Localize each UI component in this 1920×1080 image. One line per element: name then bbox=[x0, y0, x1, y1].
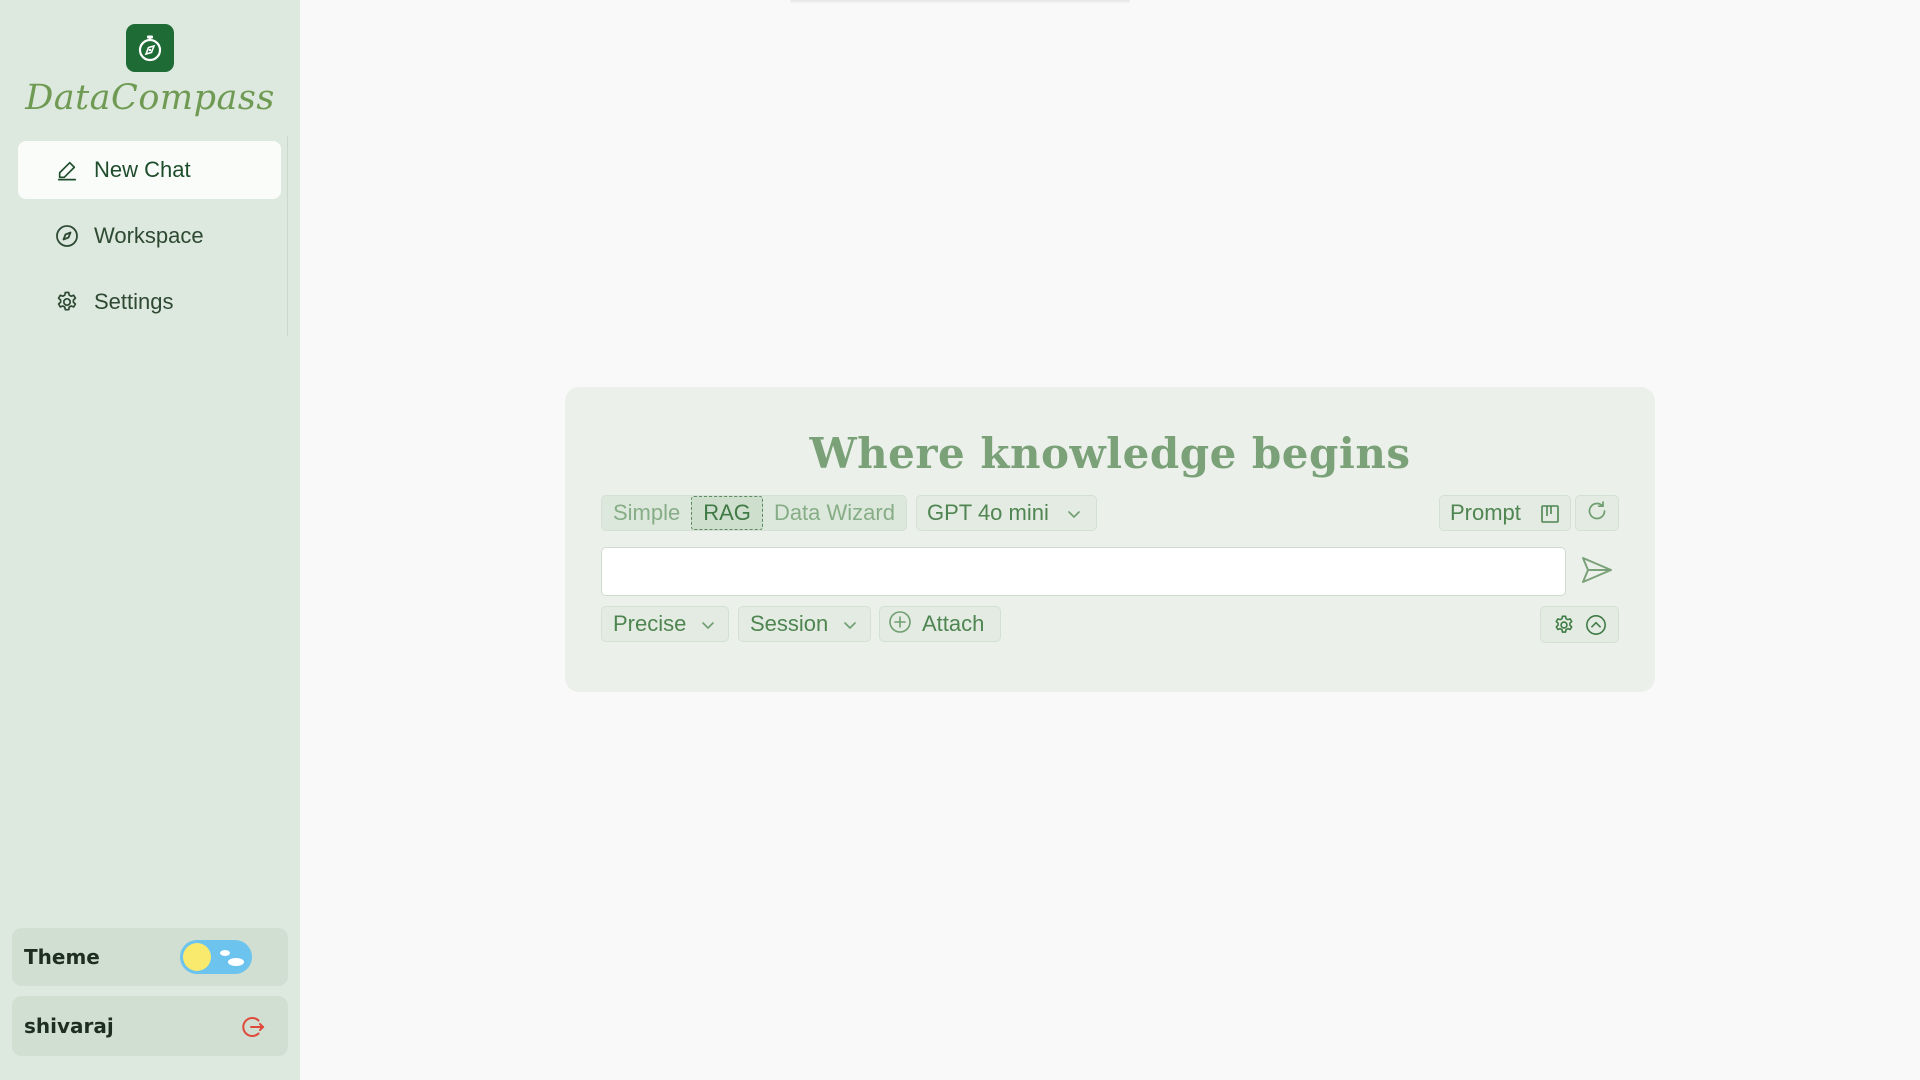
sidebar-item-label: New Chat bbox=[94, 157, 191, 182]
prompt-label: Prompt bbox=[1450, 500, 1521, 525]
refresh-button[interactable] bbox=[1575, 495, 1619, 531]
gear-icon bbox=[54, 289, 80, 315]
theme-label: Theme bbox=[24, 945, 100, 969]
chevron-down-icon bbox=[842, 617, 858, 638]
mode-data-wizard-button[interactable]: Data Wizard bbox=[763, 496, 906, 530]
mode-rag-button[interactable]: RAG bbox=[691, 496, 763, 530]
scope-label: Session bbox=[750, 611, 829, 636]
sidebar-nav: New Chat Workspace Settings bbox=[18, 141, 281, 339]
model-selected-label: GPT 4o mini bbox=[927, 500, 1049, 525]
attach-label: Attach bbox=[922, 611, 985, 636]
mode-simple-button[interactable]: Simple bbox=[602, 496, 691, 530]
book-icon bbox=[1540, 504, 1560, 529]
compass-logo-icon bbox=[126, 24, 174, 72]
chat-input[interactable] bbox=[601, 547, 1566, 596]
logo: DataCompass bbox=[0, 24, 300, 118]
sidebar-item-label: Workspace bbox=[94, 223, 204, 248]
chat-start-card: Where knowledge begins Simple RAG Data W… bbox=[565, 387, 1655, 692]
chevron-down-icon bbox=[700, 617, 716, 638]
compass-icon bbox=[54, 223, 80, 249]
refresh-icon bbox=[1586, 500, 1608, 527]
user-card: shivaraj bbox=[12, 996, 288, 1056]
page-title: Where knowledge begins bbox=[809, 429, 1411, 478]
sidebar-item-workspace[interactable]: Workspace bbox=[18, 207, 281, 265]
response-style-dropdown[interactable]: Precise bbox=[601, 606, 729, 642]
send-icon bbox=[1580, 555, 1614, 590]
gear-icon[interactable] bbox=[1553, 614, 1575, 636]
response-style-label: Precise bbox=[613, 611, 687, 636]
sidebar-item-settings[interactable]: Settings bbox=[18, 273, 281, 331]
send-button[interactable] bbox=[1575, 550, 1619, 594]
scope-dropdown[interactable]: Session bbox=[738, 606, 871, 642]
logout-icon[interactable] bbox=[240, 1014, 266, 1040]
chevron-up-circle-icon[interactable] bbox=[1585, 614, 1607, 636]
theme-toggle[interactable] bbox=[180, 940, 252, 974]
prompt-library-button[interactable]: Prompt bbox=[1439, 495, 1571, 531]
sidebar-divider bbox=[287, 136, 288, 336]
theme-card: Theme bbox=[12, 928, 288, 986]
app-name: DataCompass bbox=[25, 78, 275, 118]
sidebar-item-label: Settings bbox=[94, 289, 174, 314]
model-dropdown[interactable]: GPT 4o mini bbox=[916, 495, 1097, 531]
plus-circle-icon bbox=[888, 610, 912, 639]
top-strip bbox=[790, 0, 1130, 4]
pencil-icon bbox=[54, 157, 80, 183]
attach-button[interactable]: Attach bbox=[879, 606, 1001, 642]
chevron-down-icon bbox=[1066, 506, 1082, 527]
input-tools bbox=[1540, 606, 1619, 643]
cloud-icon-2 bbox=[228, 958, 244, 966]
mode-selector: Simple RAG Data Wizard bbox=[601, 495, 907, 531]
sidebar-item-new-chat[interactable]: New Chat bbox=[18, 141, 281, 199]
sidebar: DataCompass New Chat Workspace Settings … bbox=[0, 0, 300, 1080]
user-name: shivaraj bbox=[24, 1014, 114, 1038]
sun-icon bbox=[183, 943, 211, 971]
cloud-icon bbox=[220, 950, 230, 956]
